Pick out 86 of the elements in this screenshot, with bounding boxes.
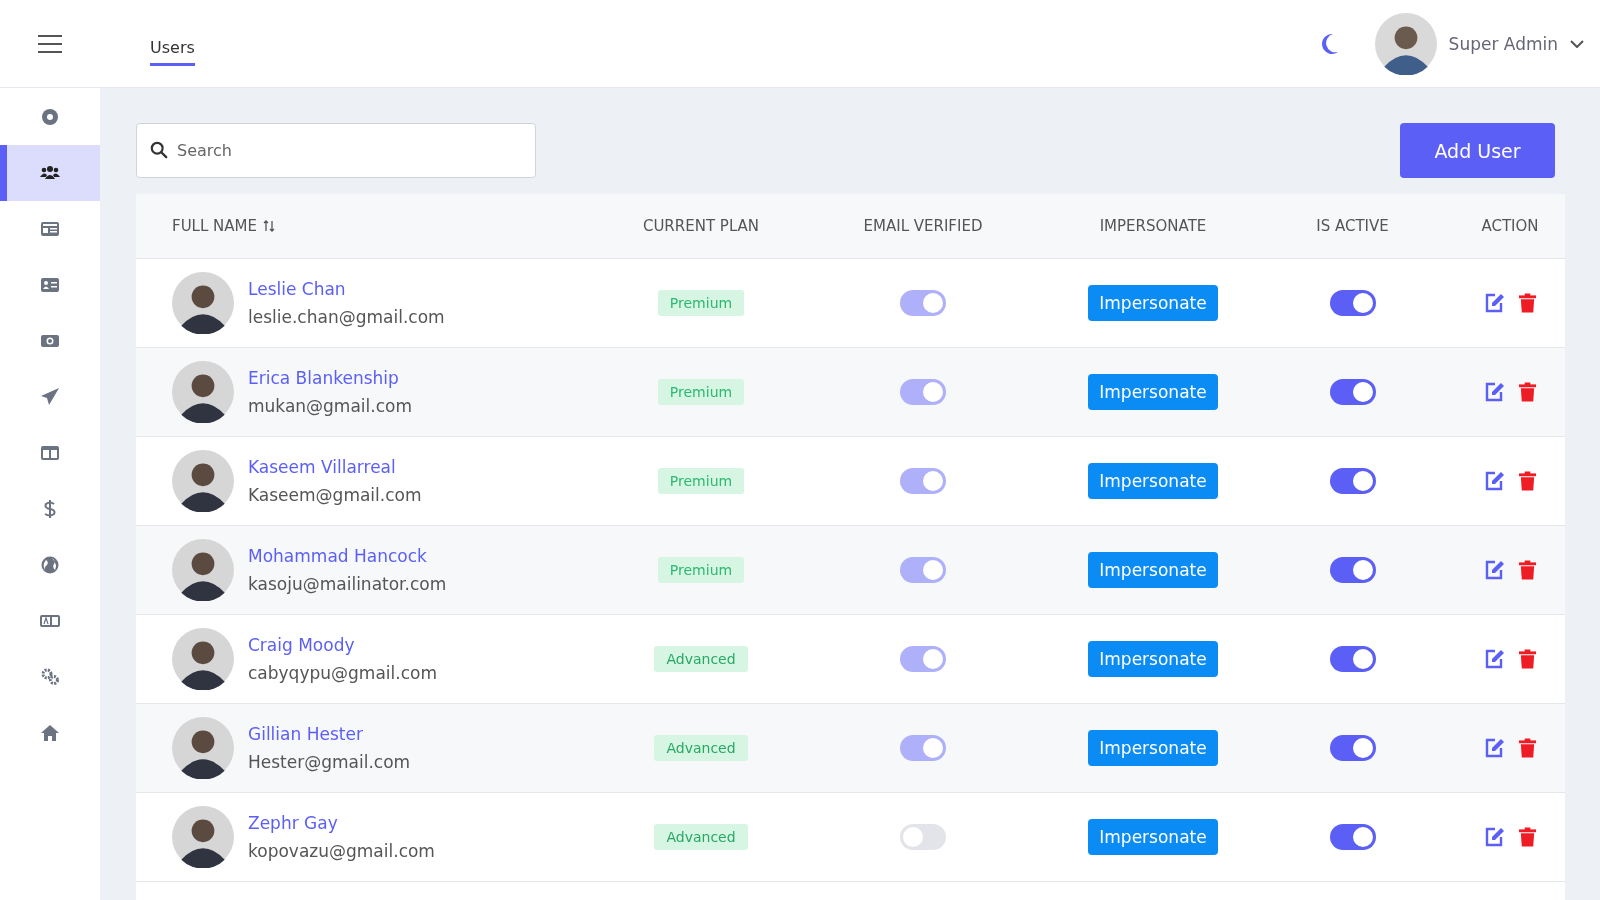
column-header: IMPERSONATE bbox=[1099, 217, 1207, 235]
trash-icon[interactable] bbox=[1517, 648, 1537, 670]
edit-icon[interactable] bbox=[1483, 381, 1506, 403]
plan-badge: Premium bbox=[657, 379, 745, 405]
active-toggle[interactable] bbox=[1329, 735, 1376, 761]
user-email: kopovazu@gmail.com bbox=[248, 841, 435, 861]
sidebar-item[interactable] bbox=[0, 145, 100, 201]
user-email: kasoju@mailinator.com bbox=[248, 574, 447, 594]
avatar bbox=[172, 806, 234, 868]
user-name-link[interactable]: Zephr Gay bbox=[248, 813, 435, 833]
user-email: cabyqypu@gmail.com bbox=[248, 663, 437, 683]
impersonate-button[interactable]: Impersonate bbox=[1088, 641, 1218, 677]
user-name-link[interactable]: Leslie Chan bbox=[248, 279, 445, 299]
plan-badge: Premium bbox=[657, 557, 745, 583]
circle-icon bbox=[40, 107, 60, 127]
column-header: ACTION bbox=[1481, 217, 1539, 235]
column-header[interactable]: FULL NAME bbox=[172, 217, 257, 235]
edit-icon[interactable] bbox=[1483, 737, 1506, 759]
sort-icon[interactable] bbox=[263, 220, 275, 232]
user-name-link[interactable]: Gillian Hester bbox=[248, 724, 411, 744]
email-verified-toggle[interactable] bbox=[900, 468, 946, 494]
trash-icon[interactable] bbox=[1517, 470, 1537, 492]
paper-plane-icon bbox=[40, 387, 60, 407]
user-name-link[interactable]: Erica Blankenship bbox=[248, 368, 412, 388]
avatar bbox=[172, 539, 234, 601]
email-verified-toggle[interactable] bbox=[900, 735, 946, 761]
plan-badge: Advanced bbox=[654, 735, 748, 761]
menu-icon[interactable] bbox=[38, 34, 62, 53]
column-header: EMAIL VERIFIED bbox=[863, 217, 983, 235]
home-icon bbox=[40, 723, 60, 743]
email-verified-toggle[interactable] bbox=[900, 290, 946, 316]
user-name-link[interactable]: Craig Moody bbox=[248, 635, 437, 655]
avatar bbox=[172, 272, 234, 334]
chevron-down-icon[interactable] bbox=[1570, 39, 1584, 48]
user-email: mukan@gmail.com bbox=[248, 396, 412, 416]
impersonate-button[interactable]: Impersonate bbox=[1088, 463, 1218, 499]
impersonate-button[interactable]: Impersonate bbox=[1088, 730, 1218, 766]
edit-icon[interactable] bbox=[1483, 470, 1506, 492]
add-user-button[interactable]: Add User bbox=[1400, 123, 1555, 178]
trash-icon[interactable] bbox=[1517, 292, 1537, 314]
trash-icon[interactable] bbox=[1517, 826, 1537, 848]
avatar bbox=[1374, 12, 1437, 75]
column-header: IS ACTIVE bbox=[1316, 217, 1389, 235]
card-icon bbox=[40, 219, 60, 239]
active-toggle[interactable] bbox=[1329, 824, 1376, 850]
email-verified-toggle[interactable] bbox=[900, 824, 946, 850]
user-email: Kaseem@gmail.com bbox=[248, 485, 422, 505]
avatar bbox=[172, 450, 234, 512]
trash-icon[interactable] bbox=[1517, 381, 1537, 403]
active-toggle[interactable] bbox=[1329, 646, 1376, 672]
active-toggle[interactable] bbox=[1329, 468, 1376, 494]
active-toggle[interactable] bbox=[1329, 379, 1376, 405]
edit-icon[interactable] bbox=[1483, 826, 1506, 848]
tab[interactable]: Users bbox=[150, 31, 195, 66]
email-verified-toggle[interactable] bbox=[900, 379, 946, 405]
column-header: CURRENT PLAN bbox=[642, 217, 760, 235]
edit-icon[interactable] bbox=[1483, 648, 1506, 670]
email-verified-toggle[interactable] bbox=[900, 646, 946, 672]
user-email: leslie.chan@gmail.com bbox=[248, 307, 445, 327]
plan-badge: Premium bbox=[657, 468, 745, 494]
impersonate-button[interactable]: Impersonate bbox=[1088, 819, 1218, 855]
settings-icon bbox=[40, 667, 60, 687]
active-toggle[interactable] bbox=[1329, 557, 1376, 583]
email-verified-toggle[interactable] bbox=[900, 557, 946, 583]
edit-icon[interactable] bbox=[1483, 292, 1506, 314]
columns-icon bbox=[40, 443, 60, 463]
avatar bbox=[172, 628, 234, 690]
user-name-link[interactable]: Mohammad Hancock bbox=[248, 546, 447, 566]
trash-icon[interactable] bbox=[1517, 559, 1537, 581]
plan-badge: Premium bbox=[657, 290, 745, 316]
impersonate-button[interactable]: Impersonate bbox=[1088, 285, 1218, 321]
globe-icon bbox=[40, 555, 60, 575]
avatar bbox=[172, 717, 234, 779]
plan-badge: Advanced bbox=[654, 646, 748, 672]
plan-badge: Advanced bbox=[654, 824, 748, 850]
user-name[interactable]: Super Admin bbox=[1448, 33, 1558, 54]
trash-icon[interactable] bbox=[1517, 737, 1537, 759]
active-toggle[interactable] bbox=[1329, 290, 1376, 316]
user-name-link[interactable]: Kaseem Villarreal bbox=[248, 457, 422, 477]
impersonate-button[interactable]: Impersonate bbox=[1088, 552, 1218, 588]
user-email: Hester@gmail.com bbox=[248, 752, 411, 772]
impersonate-button[interactable]: Impersonate bbox=[1088, 374, 1218, 410]
id-card-icon bbox=[40, 275, 60, 295]
edit-icon[interactable] bbox=[1483, 559, 1506, 581]
avatar bbox=[172, 361, 234, 423]
search-field[interactable]: Search bbox=[136, 123, 536, 178]
